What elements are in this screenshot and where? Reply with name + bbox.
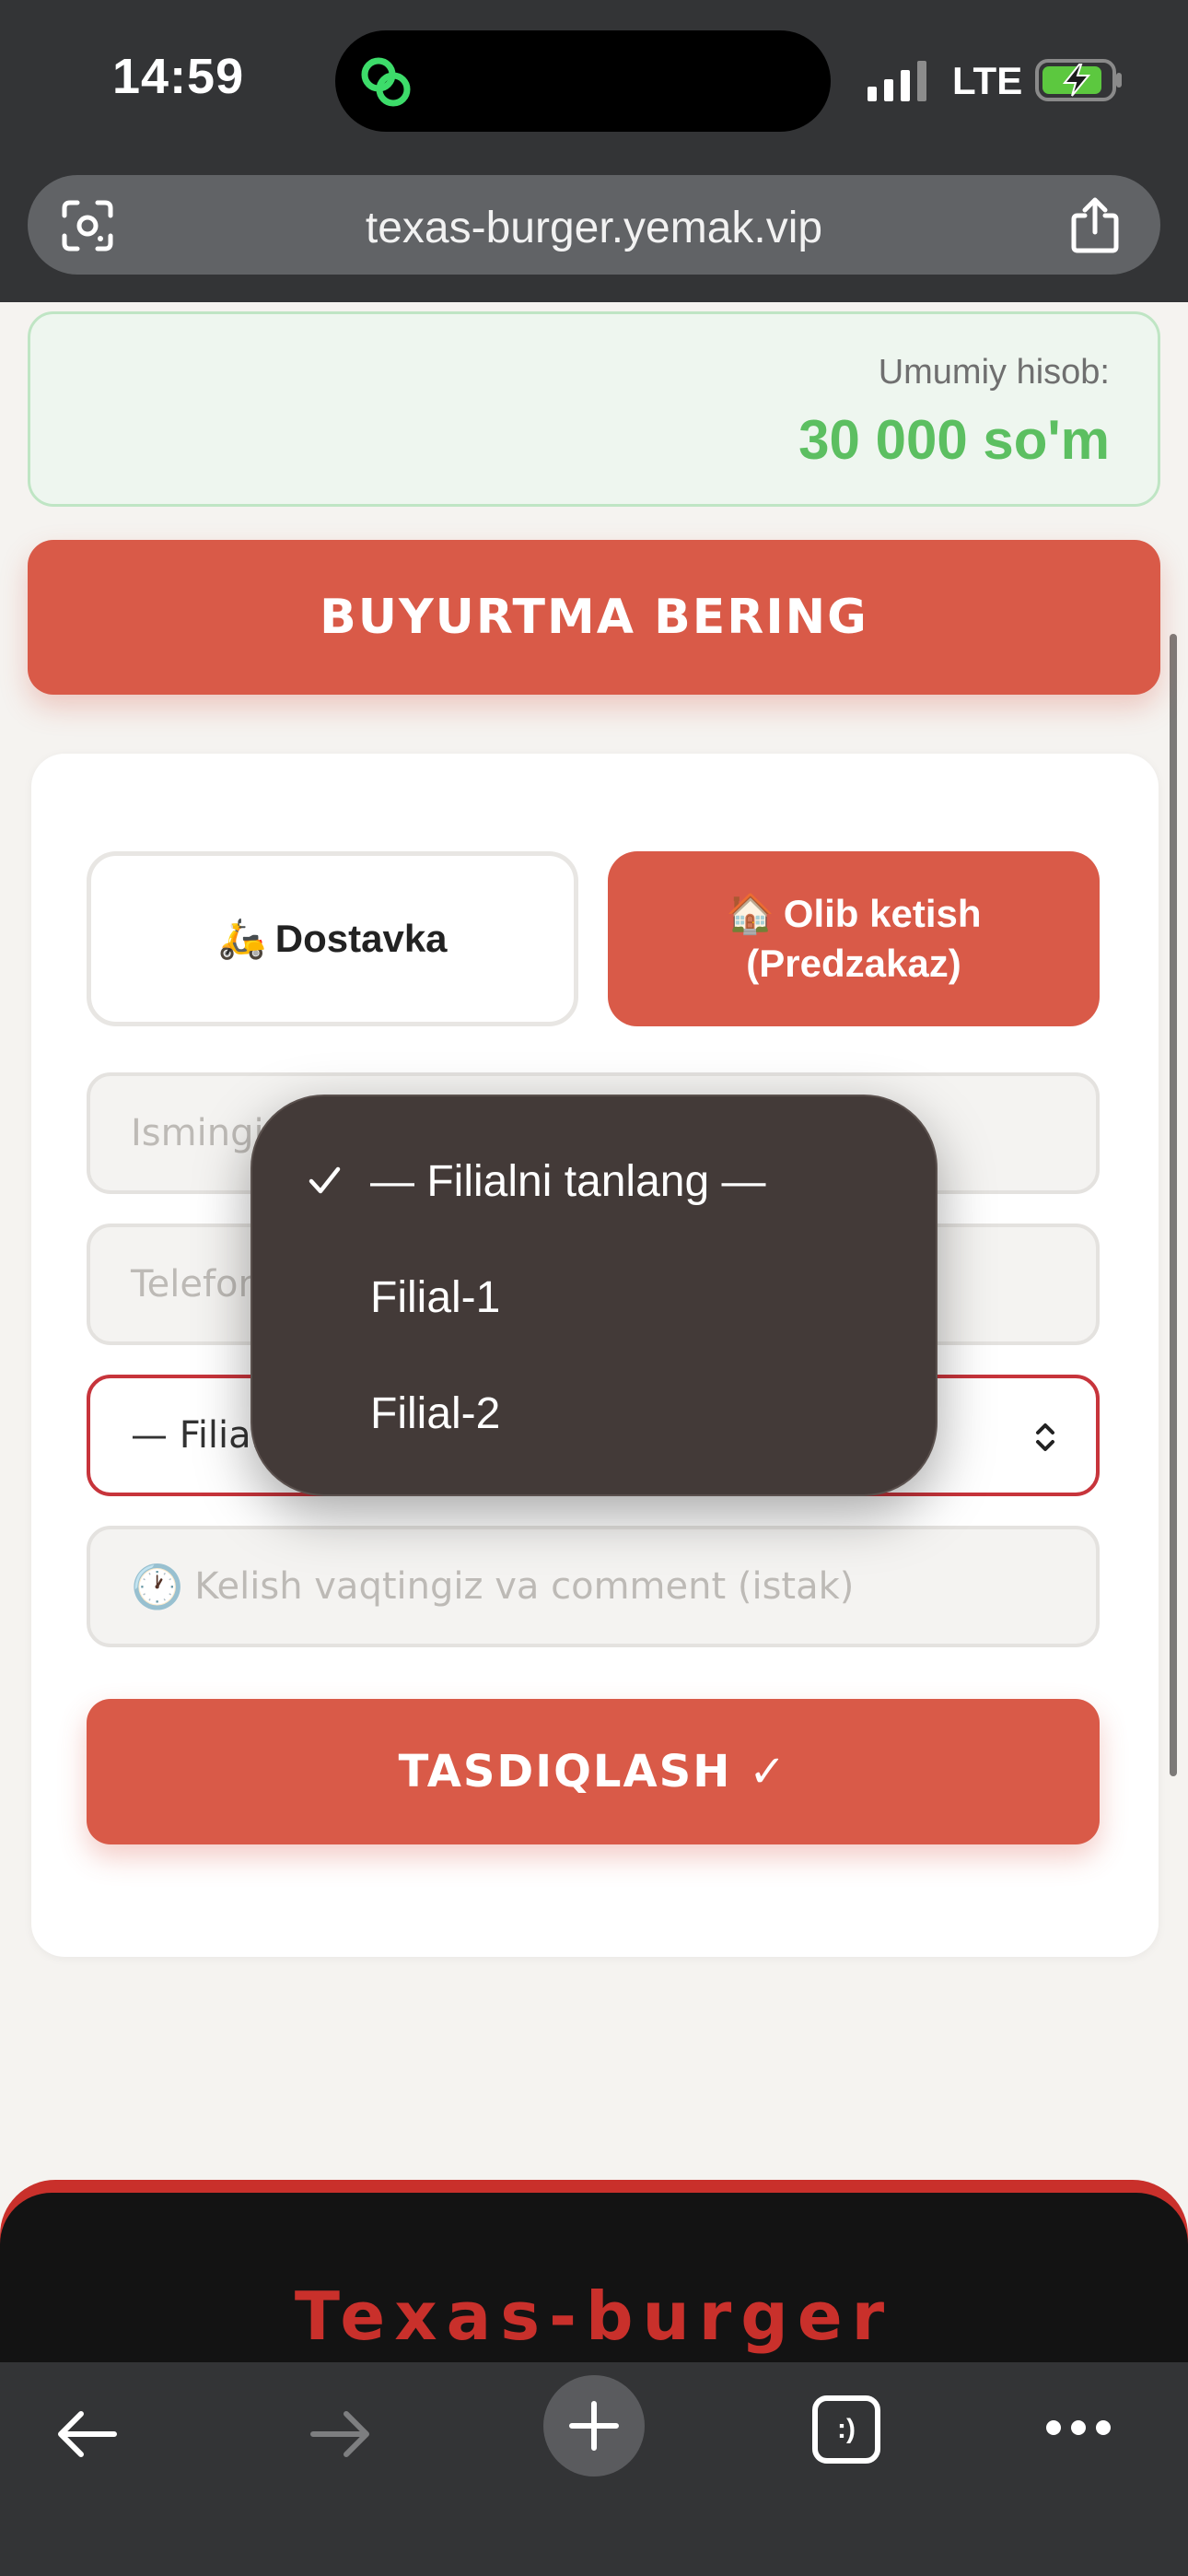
cellular-signal-icon <box>868 61 926 101</box>
delivery-mode-label: Dostavka <box>274 917 448 960</box>
dynamic-island <box>335 30 831 132</box>
branch-option-filial-1[interactable]: Filial-1 <box>252 1242 936 1352</box>
browser-bottom-toolbar: :) <box>0 2362 1188 2576</box>
house-icon: 🏠 <box>726 892 775 935</box>
comment-placeholder: Kelish vaqtingiz va comment (istak) <box>194 1565 855 1608</box>
scooter-icon: 🛵 <box>217 917 266 960</box>
branch-dropdown-menu: — Filialni tanlang — Filial-1 Filial-2 <box>250 1095 938 1496</box>
forward-arrow-icon[interactable] <box>308 2408 372 2460</box>
order-total-box: Umumiy hisob: 30 000 so'm <box>28 311 1160 507</box>
pickup-mode-label: Olib ketish (Predzakaz) <box>746 892 982 985</box>
status-bar: 14:59 LTE <box>0 0 1188 164</box>
new-tab-button[interactable] <box>543 2375 645 2476</box>
phone-placeholder: Telefon <box>131 1263 262 1306</box>
battery-charging-icon <box>1035 59 1122 101</box>
checkmark-icon <box>309 1166 341 1194</box>
chevron-up-down-icon <box>1036 1423 1054 1451</box>
branch-option-filial-2[interactable]: Filial-2 <box>252 1358 936 1469</box>
tab-switcher-button[interactable]: :) <box>812 2395 880 2464</box>
branch-option-label: Filial-1 <box>370 1272 501 1322</box>
site-footer: Texas-burger <box>0 2193 1188 2377</box>
share-icon[interactable] <box>1068 195 1122 254</box>
clock-icon: 🕐 <box>131 1561 184 1611</box>
network-type: LTE <box>952 59 1023 102</box>
link-rings-icon <box>361 57 411 107</box>
branch-option-label: Filial-2 <box>370 1388 501 1438</box>
page-scrollbar[interactable] <box>1170 634 1177 1776</box>
pickup-mode-button[interactable]: 🏠 Olib ketish (Predzakaz) <box>608 851 1100 1026</box>
comment-input[interactable]: 🕐 Kelish vaqtingiz va comment (istak) <box>87 1526 1100 1647</box>
plus-icon <box>569 2401 619 2451</box>
delivery-mode-button[interactable]: 🛵 Dostavka <box>87 851 578 1026</box>
place-order-button[interactable]: BUYURTMA BERING <box>28 540 1160 695</box>
branch-option-placeholder[interactable]: — Filialni tanlang — <box>252 1126 936 1236</box>
total-amount: 30 000 so'm <box>798 409 1110 471</box>
branch-option-label: — Filialni tanlang — <box>370 1156 766 1206</box>
total-label: Umumiy hisob: <box>878 353 1110 392</box>
confirm-button[interactable]: TASDIQLASH ✓ <box>87 1699 1100 1844</box>
back-arrow-icon[interactable] <box>55 2408 120 2460</box>
more-options-icon[interactable] <box>1044 2418 1112 2438</box>
status-time: 14:59 <box>112 49 245 104</box>
footer-brand: Texas-burger <box>294 2277 894 2355</box>
address-bar[interactable]: texas-burger.yemak.vip <box>28 175 1160 275</box>
browser-top-bar: texas-burger.yemak.vip <box>0 164 1188 302</box>
url-text[interactable]: texas-burger.yemak.vip <box>28 203 1160 253</box>
